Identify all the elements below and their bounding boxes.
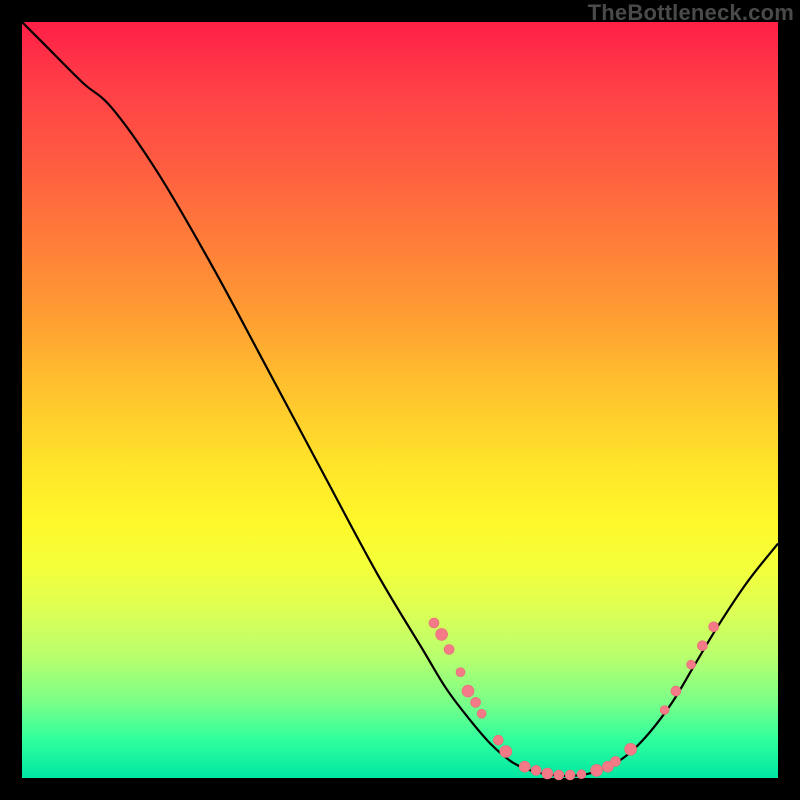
data-marker: [591, 764, 603, 776]
data-marker: [462, 685, 474, 697]
data-marker: [493, 735, 503, 745]
data-marker: [519, 761, 530, 772]
data-marker: [577, 770, 586, 779]
data-marker: [436, 628, 448, 640]
chart-svg: [22, 22, 778, 778]
data-marker: [554, 770, 564, 780]
data-marker: [531, 765, 541, 775]
data-marker: [456, 668, 465, 677]
data-marker: [671, 686, 681, 696]
data-marker: [709, 622, 719, 632]
data-marker: [687, 660, 696, 669]
data-marker: [429, 618, 439, 628]
data-marker: [625, 743, 637, 755]
data-marker: [444, 645, 454, 655]
data-marker: [542, 768, 553, 779]
watermark-text: TheBottleneck.com: [588, 0, 794, 26]
data-marker: [565, 770, 575, 780]
data-marker: [471, 697, 481, 707]
data-marker: [477, 709, 486, 718]
data-marker: [660, 706, 669, 715]
bottleneck-curve: [22, 22, 778, 776]
chart-frame: TheBottleneck.com: [0, 0, 800, 800]
data-marker: [500, 746, 512, 758]
data-marker: [611, 756, 621, 766]
data-marker: [697, 641, 707, 651]
